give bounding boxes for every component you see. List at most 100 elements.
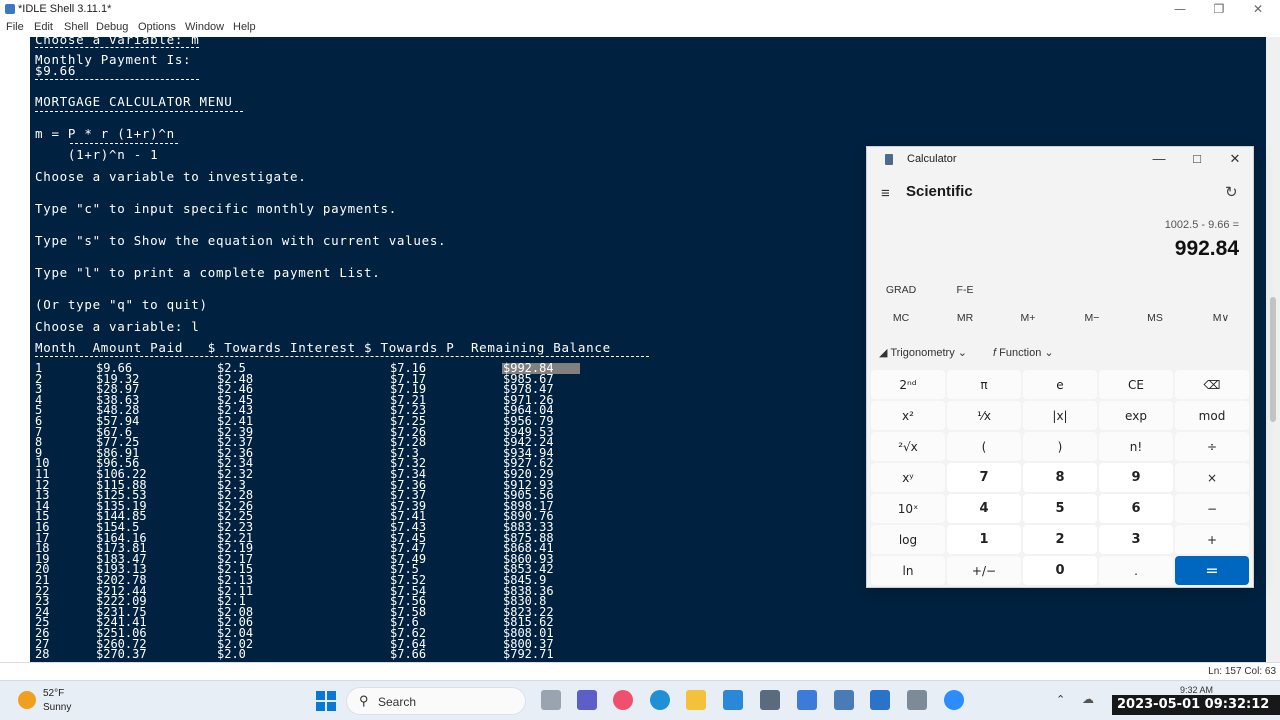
fraction-bar — [70, 143, 178, 144]
fe-button[interactable]: F-E — [941, 284, 989, 296]
square-button[interactable]: x² — [871, 401, 945, 430]
menu-help[interactable]: Help — [233, 21, 256, 33]
key-1[interactable]: 1 — [947, 525, 1021, 554]
key-4[interactable]: 4 — [947, 494, 1021, 523]
menu-shell[interactable]: Shell — [64, 21, 88, 33]
history-icon[interactable]: ↻ — [1225, 183, 1238, 201]
sun-icon[interactable] — [18, 691, 36, 709]
notepad-icon[interactable] — [797, 690, 817, 710]
negate-button[interactable]: +/− — [947, 556, 1021, 585]
weather-description[interactable]: Sunny — [43, 702, 71, 713]
zoom-icon[interactable] — [944, 690, 964, 710]
factorial-button[interactable]: n! — [1099, 432, 1173, 461]
shell-line: (1+r)^n - 1 — [35, 147, 159, 162]
absolute-button[interactable]: |x| — [1023, 401, 1097, 430]
tray-clock[interactable]: 9:32 AM — [1180, 685, 1213, 695]
equals-button[interactable]: = — [1175, 556, 1249, 585]
key-8[interactable]: 8 — [1023, 463, 1097, 492]
close-paren-button[interactable]: ) — [1023, 432, 1097, 461]
hamburger-menu-icon[interactable]: ≡ — [881, 185, 890, 202]
calc-minimize-button[interactable]: — — [1141, 151, 1177, 166]
tray-chevron-icon[interactable]: ⌃ — [1056, 693, 1065, 706]
snipping-tool-icon[interactable] — [907, 690, 927, 710]
angle-unit-button[interactable]: GRAD — [877, 284, 925, 296]
ten-power-button[interactable]: 10ˣ — [871, 494, 945, 523]
shell-line: Type "l" to print a complete payment Lis… — [35, 265, 381, 280]
calc-mode-title: Scientific — [906, 183, 973, 200]
taskbar-search[interactable]: ⚲ Search — [346, 687, 526, 715]
trigonometry-dropdown[interactable]: ◢ Trigonometry ⌄ — [879, 346, 967, 359]
mod-button[interactable]: mod — [1175, 401, 1249, 430]
key-2[interactable]: 2 — [1023, 525, 1097, 554]
shell-line: Choose a variable: m — [35, 37, 200, 47]
task-view-icon[interactable] — [541, 690, 561, 710]
mail-icon[interactable] — [723, 690, 743, 710]
menu-options[interactable]: Options — [138, 21, 176, 33]
mc-button[interactable]: MC — [877, 312, 925, 324]
idle-menubar: File Edit Shell Debug Options Window Hel… — [0, 19, 1280, 37]
calc-close-button[interactable]: ✕ — [1217, 151, 1253, 167]
clear-entry-button[interactable]: CE — [1099, 370, 1173, 399]
divider — [35, 79, 199, 80]
ln-button[interactable]: ln — [871, 556, 945, 585]
cursor-position: Ln: 157 Col: 63 — [1208, 666, 1276, 677]
close-button[interactable]: ✕ — [1238, 2, 1278, 16]
power-button[interactable]: xʸ — [871, 463, 945, 492]
memory-list-button[interactable]: M∨ — [1197, 312, 1245, 324]
calculator-icon — [885, 154, 893, 165]
m-plus-button[interactable]: M+ — [1004, 312, 1052, 324]
minus-button[interactable]: − — [1175, 494, 1249, 523]
ms-button[interactable]: MS — [1131, 312, 1179, 324]
shell-line: Type "c" to input specific monthly payme… — [35, 201, 397, 216]
python-idle-icon[interactable] — [870, 690, 890, 710]
onedrive-icon[interactable]: ☁ — [1082, 692, 1094, 706]
e-button[interactable]: e — [1023, 370, 1097, 399]
decimal-button[interactable]: . — [1099, 556, 1173, 585]
key-5[interactable]: 5 — [1023, 494, 1097, 523]
calculator-title: Calculator — [907, 153, 957, 165]
menu-file[interactable]: File — [6, 21, 24, 33]
menu-debug[interactable]: Debug — [96, 21, 128, 33]
calc-maximize-button[interactable]: □ — [1179, 151, 1215, 166]
itunes-icon[interactable] — [613, 690, 633, 710]
windows-start-icon[interactable] — [316, 691, 336, 711]
square-root-button[interactable]: ²√x — [871, 432, 945, 461]
exp-button[interactable]: exp — [1099, 401, 1173, 430]
pi-button[interactable]: π — [947, 370, 1021, 399]
edge-icon[interactable] — [650, 690, 670, 710]
plus-button[interactable]: + — [1175, 525, 1249, 554]
mr-button[interactable]: MR — [941, 312, 989, 324]
divider — [35, 111, 243, 112]
m-minus-button[interactable]: M− — [1068, 312, 1116, 324]
trigonometry-label: Trigonometry — [890, 347, 955, 359]
maximize-button[interactable]: ❐ — [1199, 2, 1239, 16]
second-fn-button[interactable]: 2ⁿᵈ — [871, 370, 945, 399]
menu-window[interactable]: Window — [185, 21, 224, 33]
backspace-button[interactable]: ⌫ — [1175, 370, 1249, 399]
shell-line: $9.66 — [35, 63, 77, 78]
calculator-taskbar-icon[interactable] — [760, 690, 780, 710]
table-cell: $792.71 — [503, 647, 554, 662]
file-explorer-icon[interactable] — [686, 690, 706, 710]
key-9[interactable]: 9 — [1099, 463, 1173, 492]
key-3[interactable]: 3 — [1099, 525, 1173, 554]
function-dropdown[interactable]: f Function ⌄ — [993, 346, 1054, 359]
key-7[interactable]: 7 — [947, 463, 1021, 492]
key-6[interactable]: 6 — [1099, 494, 1173, 523]
scroll-thumb[interactable] — [1270, 297, 1276, 422]
log-button[interactable]: log — [871, 525, 945, 554]
reciprocal-button[interactable]: ¹⁄x — [947, 401, 1021, 430]
minimize-button[interactable]: — — [1160, 2, 1200, 16]
open-paren-button[interactable]: ( — [947, 432, 1021, 461]
divide-button[interactable]: ÷ — [1175, 432, 1249, 461]
python-file-icon[interactable] — [834, 690, 854, 710]
teams-icon[interactable] — [577, 690, 597, 710]
key-0[interactable]: 0 — [1023, 556, 1097, 585]
search-icon: ⚲ — [359, 693, 369, 708]
divider — [35, 356, 649, 357]
idle-scrollbar[interactable] — [1266, 37, 1280, 662]
weather-temperature[interactable]: 52°F — [43, 688, 64, 699]
menu-edit[interactable]: Edit — [34, 21, 53, 33]
multiply-button[interactable]: × — [1175, 463, 1249, 492]
search-label: Search — [378, 695, 417, 709]
